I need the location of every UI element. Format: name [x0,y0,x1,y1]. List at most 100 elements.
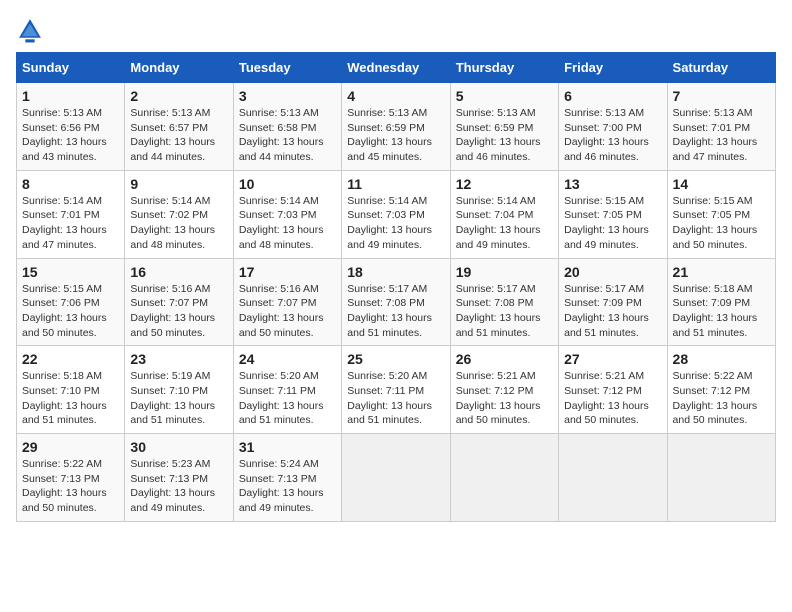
calendar-cell: 4 Sunrise: 5:13 AM Sunset: 6:59 PM Dayli… [342,83,450,171]
day-number: 26 [456,351,553,367]
calendar-cell: 28 Sunrise: 5:22 AM Sunset: 7:12 PM Dayl… [667,346,775,434]
day-header-monday: Monday [125,53,233,83]
day-info: Sunrise: 5:20 AM Sunset: 7:11 PM Dayligh… [347,369,444,428]
calendar-cell: 30 Sunrise: 5:23 AM Sunset: 7:13 PM Dayl… [125,434,233,522]
calendar-body: 1 Sunrise: 5:13 AM Sunset: 6:56 PM Dayli… [17,83,776,522]
day-header-wednesday: Wednesday [342,53,450,83]
day-number: 1 [22,88,119,104]
day-number: 22 [22,351,119,367]
day-info: Sunrise: 5:14 AM Sunset: 7:03 PM Dayligh… [347,194,444,253]
day-number: 28 [673,351,770,367]
day-info: Sunrise: 5:15 AM Sunset: 7:05 PM Dayligh… [673,194,770,253]
day-number: 20 [564,264,661,280]
day-number: 15 [22,264,119,280]
day-number: 27 [564,351,661,367]
calendar-cell: 10 Sunrise: 5:14 AM Sunset: 7:03 PM Dayl… [233,170,341,258]
calendar-cell: 26 Sunrise: 5:21 AM Sunset: 7:12 PM Dayl… [450,346,558,434]
calendar-cell: 24 Sunrise: 5:20 AM Sunset: 7:11 PM Dayl… [233,346,341,434]
calendar-cell: 9 Sunrise: 5:14 AM Sunset: 7:02 PM Dayli… [125,170,233,258]
day-info: Sunrise: 5:17 AM Sunset: 7:08 PM Dayligh… [456,282,553,341]
day-number: 21 [673,264,770,280]
day-number: 7 [673,88,770,104]
day-info: Sunrise: 5:23 AM Sunset: 7:13 PM Dayligh… [130,457,227,516]
day-number: 2 [130,88,227,104]
week-row-1: 1 Sunrise: 5:13 AM Sunset: 6:56 PM Dayli… [17,83,776,171]
day-info: Sunrise: 5:21 AM Sunset: 7:12 PM Dayligh… [564,369,661,428]
day-info: Sunrise: 5:13 AM Sunset: 6:58 PM Dayligh… [239,106,336,165]
day-info: Sunrise: 5:16 AM Sunset: 7:07 PM Dayligh… [239,282,336,341]
day-info: Sunrise: 5:13 AM Sunset: 7:01 PM Dayligh… [673,106,770,165]
calendar-cell: 11 Sunrise: 5:14 AM Sunset: 7:03 PM Dayl… [342,170,450,258]
calendar-cell: 22 Sunrise: 5:18 AM Sunset: 7:10 PM Dayl… [17,346,125,434]
day-info: Sunrise: 5:14 AM Sunset: 7:01 PM Dayligh… [22,194,119,253]
day-number: 5 [456,88,553,104]
day-number: 29 [22,439,119,455]
day-info: Sunrise: 5:18 AM Sunset: 7:10 PM Dayligh… [22,369,119,428]
day-number: 30 [130,439,227,455]
day-header-friday: Friday [559,53,667,83]
calendar-cell: 2 Sunrise: 5:13 AM Sunset: 6:57 PM Dayli… [125,83,233,171]
day-number: 11 [347,176,444,192]
calendar-cell [450,434,558,522]
day-info: Sunrise: 5:19 AM Sunset: 7:10 PM Dayligh… [130,369,227,428]
day-info: Sunrise: 5:13 AM Sunset: 6:59 PM Dayligh… [456,106,553,165]
day-info: Sunrise: 5:13 AM Sunset: 7:00 PM Dayligh… [564,106,661,165]
calendar-cell: 20 Sunrise: 5:17 AM Sunset: 7:09 PM Dayl… [559,258,667,346]
day-number: 12 [456,176,553,192]
week-row-5: 29 Sunrise: 5:22 AM Sunset: 7:13 PM Dayl… [17,434,776,522]
day-number: 18 [347,264,444,280]
calendar-cell: 1 Sunrise: 5:13 AM Sunset: 6:56 PM Dayli… [17,83,125,171]
page-header [16,16,776,44]
day-info: Sunrise: 5:22 AM Sunset: 7:12 PM Dayligh… [673,369,770,428]
calendar-cell: 23 Sunrise: 5:19 AM Sunset: 7:10 PM Dayl… [125,346,233,434]
calendar-cell [667,434,775,522]
day-info: Sunrise: 5:20 AM Sunset: 7:11 PM Dayligh… [239,369,336,428]
day-number: 31 [239,439,336,455]
calendar-cell: 6 Sunrise: 5:13 AM Sunset: 7:00 PM Dayli… [559,83,667,171]
calendar-cell: 27 Sunrise: 5:21 AM Sunset: 7:12 PM Dayl… [559,346,667,434]
calendar-cell: 16 Sunrise: 5:16 AM Sunset: 7:07 PM Dayl… [125,258,233,346]
day-number: 6 [564,88,661,104]
day-number: 19 [456,264,553,280]
day-number: 17 [239,264,336,280]
day-info: Sunrise: 5:21 AM Sunset: 7:12 PM Dayligh… [456,369,553,428]
week-row-2: 8 Sunrise: 5:14 AM Sunset: 7:01 PM Dayli… [17,170,776,258]
calendar-cell: 8 Sunrise: 5:14 AM Sunset: 7:01 PM Dayli… [17,170,125,258]
day-info: Sunrise: 5:22 AM Sunset: 7:13 PM Dayligh… [22,457,119,516]
week-row-4: 22 Sunrise: 5:18 AM Sunset: 7:10 PM Dayl… [17,346,776,434]
calendar-cell: 29 Sunrise: 5:22 AM Sunset: 7:13 PM Dayl… [17,434,125,522]
calendar-cell: 15 Sunrise: 5:15 AM Sunset: 7:06 PM Dayl… [17,258,125,346]
day-info: Sunrise: 5:14 AM Sunset: 7:04 PM Dayligh… [456,194,553,253]
day-header-sunday: Sunday [17,53,125,83]
day-number: 8 [22,176,119,192]
day-number: 9 [130,176,227,192]
day-info: Sunrise: 5:13 AM Sunset: 6:59 PM Dayligh… [347,106,444,165]
day-info: Sunrise: 5:17 AM Sunset: 7:09 PM Dayligh… [564,282,661,341]
calendar-cell: 18 Sunrise: 5:17 AM Sunset: 7:08 PM Dayl… [342,258,450,346]
day-info: Sunrise: 5:13 AM Sunset: 6:57 PM Dayligh… [130,106,227,165]
calendar-cell: 17 Sunrise: 5:16 AM Sunset: 7:07 PM Dayl… [233,258,341,346]
calendar-cell: 3 Sunrise: 5:13 AM Sunset: 6:58 PM Dayli… [233,83,341,171]
day-info: Sunrise: 5:14 AM Sunset: 7:02 PM Dayligh… [130,194,227,253]
day-info: Sunrise: 5:15 AM Sunset: 7:06 PM Dayligh… [22,282,119,341]
day-number: 23 [130,351,227,367]
logo [16,16,48,44]
calendar-cell: 21 Sunrise: 5:18 AM Sunset: 7:09 PM Dayl… [667,258,775,346]
day-info: Sunrise: 5:15 AM Sunset: 7:05 PM Dayligh… [564,194,661,253]
calendar-table: SundayMondayTuesdayWednesdayThursdayFrid… [16,52,776,522]
day-number: 10 [239,176,336,192]
calendar-cell: 19 Sunrise: 5:17 AM Sunset: 7:08 PM Dayl… [450,258,558,346]
day-number: 24 [239,351,336,367]
logo-icon [16,16,44,44]
calendar-cell: 14 Sunrise: 5:15 AM Sunset: 7:05 PM Dayl… [667,170,775,258]
calendar-cell: 5 Sunrise: 5:13 AM Sunset: 6:59 PM Dayli… [450,83,558,171]
day-info: Sunrise: 5:18 AM Sunset: 7:09 PM Dayligh… [673,282,770,341]
calendar-cell: 31 Sunrise: 5:24 AM Sunset: 7:13 PM Dayl… [233,434,341,522]
day-header-saturday: Saturday [667,53,775,83]
day-number: 16 [130,264,227,280]
day-info: Sunrise: 5:17 AM Sunset: 7:08 PM Dayligh… [347,282,444,341]
calendar-cell [559,434,667,522]
calendar-cell [342,434,450,522]
day-info: Sunrise: 5:13 AM Sunset: 6:56 PM Dayligh… [22,106,119,165]
calendar-header-row: SundayMondayTuesdayWednesdayThursdayFrid… [17,53,776,83]
